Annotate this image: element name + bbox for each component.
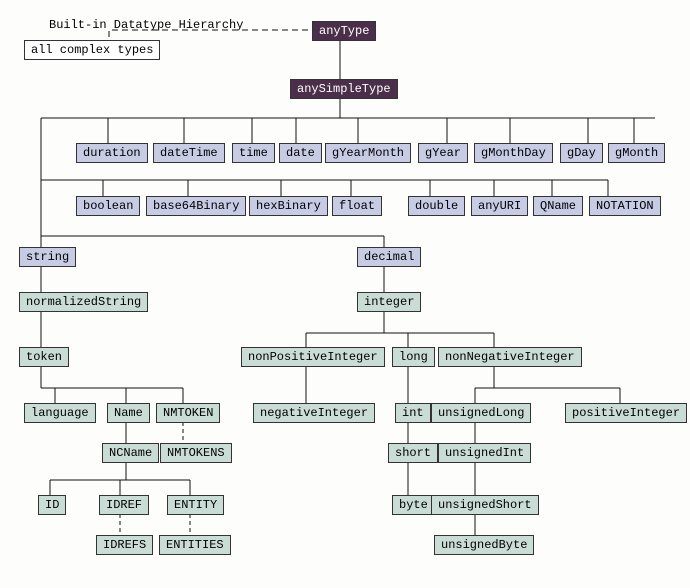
node-nonPositiveInteger: nonPositiveInteger — [241, 347, 385, 367]
node-unsignedLong: unsignedLong — [431, 403, 531, 423]
node-positiveInteger: positiveInteger — [565, 403, 687, 423]
node-ENTITIES: ENTITIES — [159, 535, 231, 555]
node-NCName: NCName — [102, 443, 159, 463]
node-unsignedByte: unsignedByte — [434, 535, 534, 555]
node-anyType: anyType — [312, 21, 376, 41]
node-hexBinary: hexBinary — [249, 196, 328, 216]
node-NMTOKENS: NMTOKENS — [160, 443, 232, 463]
node-duration: duration — [76, 143, 148, 163]
node-anyURI: anyURI — [471, 196, 528, 216]
node-gYearMonth: gYearMonth — [325, 143, 411, 163]
node-negativeInteger: negativeInteger — [253, 403, 375, 423]
node-short: short — [388, 443, 438, 463]
node-byte: byte — [392, 495, 435, 515]
node-anySimpleType: anySimpleType — [290, 79, 398, 99]
node-double: double — [408, 196, 465, 216]
node-language: language — [24, 403, 96, 423]
node-string: string — [19, 247, 76, 267]
node-unsignedInt: unsignedInt — [438, 443, 531, 463]
node-QName: QName — [533, 196, 583, 216]
node-int: int — [395, 403, 431, 423]
node-boolean: boolean — [76, 196, 140, 216]
node-gDay: gDay — [560, 143, 603, 163]
node-NOTATION: NOTATION — [589, 196, 661, 216]
node-normalizedString: normalizedString — [19, 292, 148, 312]
node-dateTime: dateTime — [153, 143, 225, 163]
node-time: time — [232, 143, 275, 163]
node-gYear: gYear — [418, 143, 468, 163]
node-decimal: decimal — [357, 247, 421, 267]
node-token: token — [19, 347, 69, 367]
node-ENTITY: ENTITY — [167, 495, 224, 515]
node-long: long — [392, 347, 435, 367]
node-unsignedShort: unsignedShort — [431, 495, 539, 515]
node-integer: integer — [357, 292, 421, 312]
node-Name: Name — [107, 403, 150, 423]
node-IDREFS: IDREFS — [96, 535, 153, 555]
node-gMonthDay: gMonthDay — [474, 143, 553, 163]
node-all-complex-types: all complex types — [24, 40, 160, 60]
node-gMonth: gMonth — [608, 143, 665, 163]
diagram-title: Built-in Datatype Hierarchy — [49, 18, 243, 32]
node-nonNegativeInteger: nonNegativeInteger — [438, 347, 582, 367]
node-ID: ID — [38, 495, 66, 515]
node-IDREF: IDREF — [99, 495, 149, 515]
node-NMTOKEN: NMTOKEN — [156, 403, 220, 423]
node-float: float — [332, 196, 382, 216]
node-base64Binary: base64Binary — [146, 196, 246, 216]
node-date: date — [279, 143, 322, 163]
